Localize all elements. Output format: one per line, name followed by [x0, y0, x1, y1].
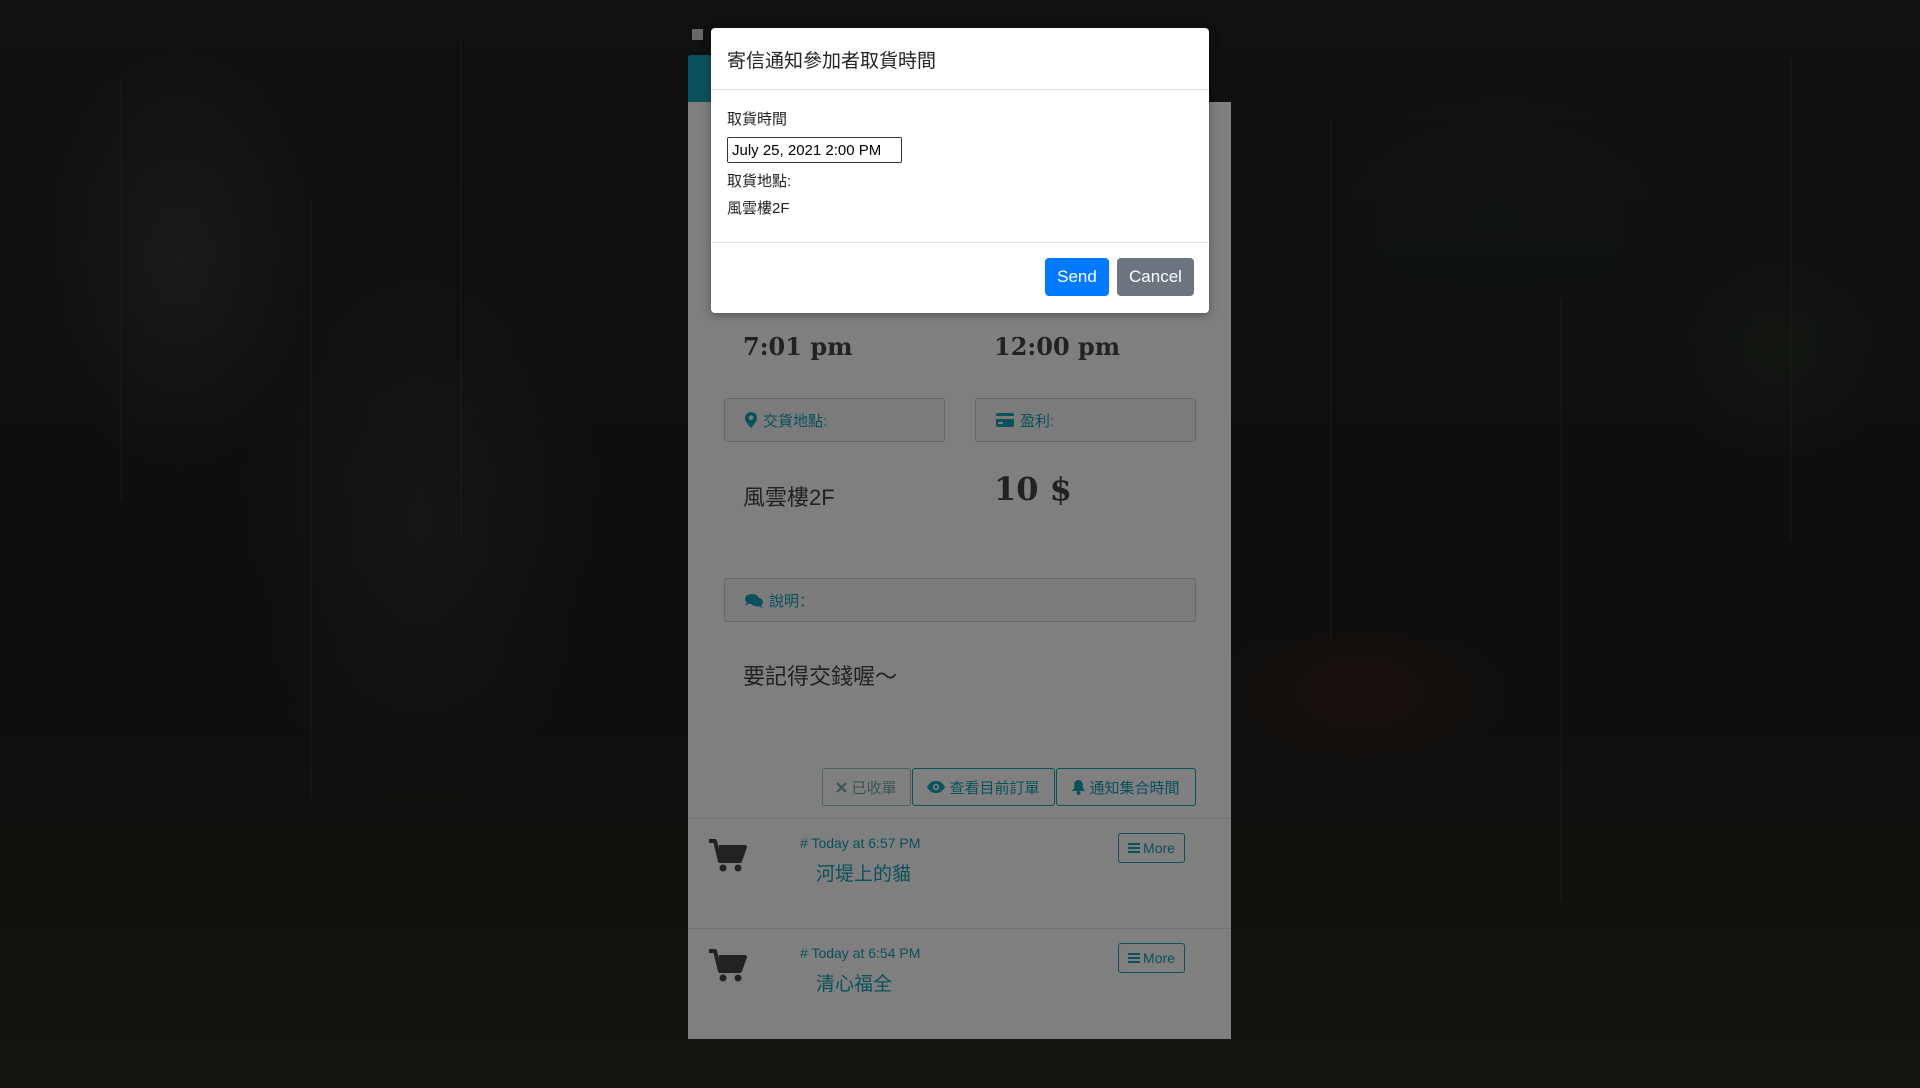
pickup-location-value: 風雲樓2F — [727, 200, 790, 217]
notify-pickup-modal: 寄信通知參加者取貨時間 取貨時間 取貨地點: 風雲樓2F Send Cancel — [711, 28, 1209, 313]
pickup-location-label: 取貨地點: — [727, 173, 792, 190]
pickup-time-input[interactable] — [727, 137, 902, 163]
cancel-button[interactable]: Cancel — [1117, 258, 1194, 296]
send-button[interactable]: Send — [1045, 258, 1109, 296]
pickup-time-label: 取貨時間 — [727, 111, 788, 128]
modal-footer: Send Cancel — [711, 242, 1209, 314]
modal-title: 寄信通知參加者取貨時間 — [711, 28, 1209, 90]
modal-body: 取貨時間 取貨地點: 風雲樓2F — [711, 90, 1209, 234]
